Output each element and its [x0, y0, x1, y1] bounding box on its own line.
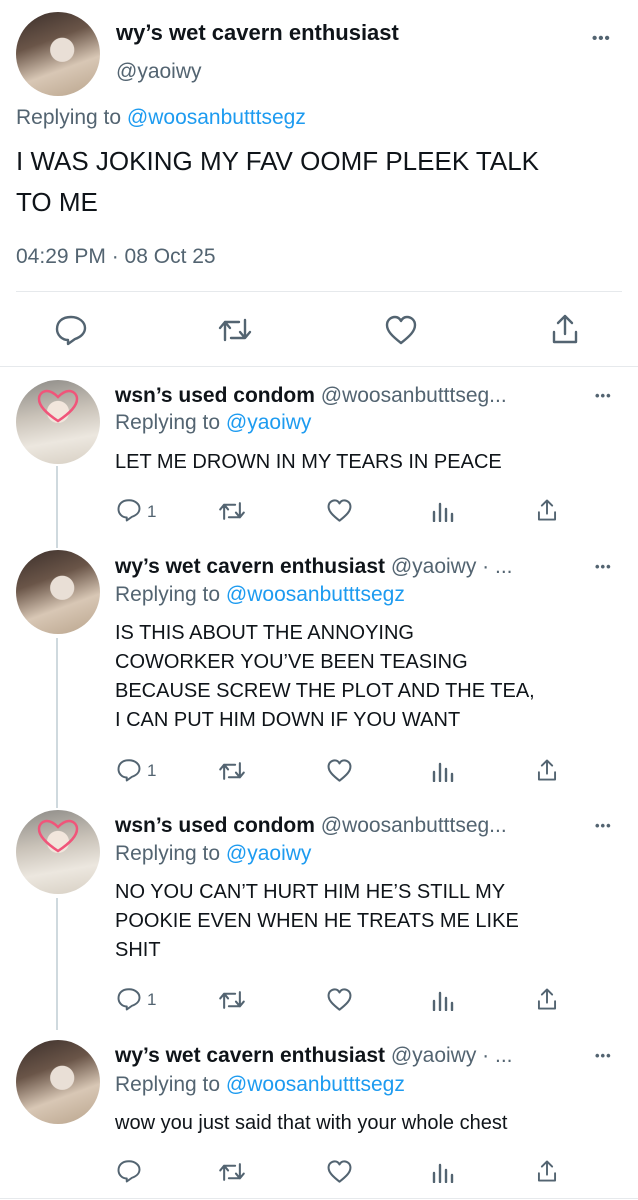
divider [16, 291, 622, 292]
avatar[interactable] [16, 1040, 100, 1124]
more-options-icon[interactable]: ••• [595, 388, 612, 403]
handle[interactable]: @yaoiwy [116, 60, 202, 84]
reply-count: 1 [147, 761, 157, 780]
replying-to-label: Replying to [16, 106, 127, 129]
reply-icon[interactable] [54, 314, 88, 346]
replying-to-label: Replying to [115, 583, 226, 606]
retweet-icon[interactable] [217, 760, 247, 782]
reply-count: 1 [147, 990, 157, 1009]
reply-text-line: POOKIE EVEN WHEN HE TREATS ME LIKE [115, 910, 519, 932]
reply-header: wsn’s used condom @woosanbutttseg... [115, 814, 507, 838]
replying-to-link[interactable]: @yaoiwy [226, 842, 312, 865]
share-icon[interactable] [550, 312, 580, 346]
share-icon[interactable] [536, 1158, 558, 1184]
retweet-icon[interactable] [217, 989, 247, 1011]
reply-icon[interactable] [116, 758, 142, 782]
reply-icon[interactable] [116, 987, 142, 1011]
reply-icon[interactable] [116, 498, 142, 522]
share-icon[interactable] [536, 757, 558, 783]
reply-text-line: NO YOU CAN’T HURT HIM HE’S STILL MY [115, 881, 506, 903]
like-icon[interactable] [326, 1159, 353, 1184]
thread-line [56, 466, 58, 548]
thread-line [56, 898, 58, 1030]
display-name[interactable]: wy’s wet cavern enthusiast [115, 1044, 385, 1067]
reply-text-line: wow you just said that with your whole c… [115, 1112, 508, 1134]
like-icon[interactable] [384, 314, 418, 346]
reply-text-line: I CAN PUT HIM DOWN IF YOU WANT [115, 709, 461, 731]
reply-text-line: SHIT [115, 939, 161, 961]
tweet-text-line: TO ME [16, 187, 98, 217]
reply-text-line: LET ME DROWN IN MY TEARS IN PEACE [115, 451, 502, 473]
reply-header: wy’s wet cavern enthusiast @yaoiwy · ... [115, 1044, 513, 1068]
divider [0, 366, 638, 367]
thread-line [56, 638, 58, 808]
replying-to: Replying to @woosanbutttsegz [115, 1073, 405, 1097]
handle[interactable]: @yaoiwy · ... [391, 555, 513, 578]
retweet-icon[interactable] [217, 1161, 247, 1183]
handle[interactable]: @woosanbutttseg... [321, 814, 507, 837]
reply-icon[interactable] [116, 1159, 142, 1183]
reply-header: wsn’s used condom @woosanbutttseg... [115, 384, 507, 408]
avatar[interactable] [16, 380, 100, 464]
heart-frame-icon [37, 819, 79, 853]
replying-to-label: Replying to [115, 1073, 226, 1096]
more-options-icon[interactable]: ••• [595, 818, 612, 833]
like-icon[interactable] [326, 987, 353, 1012]
like-icon[interactable] [326, 758, 353, 783]
more-options-icon[interactable]: ••• [595, 559, 612, 574]
reply-text-line: BECAUSE SCREW THE PLOT AND THE TEA, [115, 680, 535, 702]
views-icon[interactable] [431, 989, 455, 1011]
avatar[interactable] [16, 550, 100, 634]
replying-to-link[interactable]: @yaoiwy [226, 411, 312, 434]
views-icon[interactable] [431, 1161, 455, 1183]
heart-frame-icon [37, 389, 79, 423]
more-options-icon[interactable]: ••• [592, 30, 611, 47]
replying-to-link[interactable]: @woosanbutttsegz [226, 583, 405, 606]
retweet-icon[interactable] [217, 316, 253, 344]
timestamp: 04:29 PM · 08 Oct 25 [16, 245, 216, 268]
tweet-text-line: I WAS JOKING MY FAV OOMF PLEEK TALK [16, 146, 540, 176]
replying-to: Replying to @yaoiwy [115, 842, 311, 866]
share-icon[interactable] [536, 497, 558, 523]
views-icon[interactable] [431, 760, 455, 782]
more-options-icon[interactable]: ••• [595, 1048, 612, 1063]
display-name[interactable]: wsn’s used condom [115, 814, 315, 837]
reply-count: 1 [147, 502, 157, 521]
divider [0, 1198, 638, 1199]
reply-header: wy’s wet cavern enthusiast @yaoiwy · ... [115, 555, 513, 579]
avatar[interactable] [16, 12, 100, 96]
replying-to: Replying to @woosanbutttsegz [115, 583, 405, 607]
handle[interactable]: @yaoiwy · ... [391, 1044, 513, 1067]
share-icon[interactable] [536, 986, 558, 1012]
replying-to-link[interactable]: @woosanbutttsegz [226, 1073, 405, 1096]
handle[interactable]: @woosanbutttseg... [321, 384, 507, 407]
reply-text-line: IS THIS ABOUT THE ANNOYING [115, 622, 414, 644]
replying-to-label: Replying to [115, 411, 226, 434]
like-icon[interactable] [326, 498, 353, 523]
replying-to: Replying to @woosanbutttsegz [16, 106, 306, 130]
replying-to-link[interactable]: @woosanbutttsegz [127, 106, 306, 129]
retweet-icon[interactable] [217, 500, 247, 522]
replying-to-label: Replying to [115, 842, 226, 865]
avatar[interactable] [16, 810, 100, 894]
views-icon[interactable] [431, 500, 455, 522]
display-name[interactable]: wsn’s used condom [115, 384, 315, 407]
replying-to: Replying to @yaoiwy [115, 411, 311, 435]
display-name[interactable]: wy’s wet cavern enthusiast [116, 20, 399, 46]
display-name[interactable]: wy’s wet cavern enthusiast [115, 555, 385, 578]
reply-text-line: COWORKER YOU’VE BEEN TEASING [115, 651, 468, 673]
